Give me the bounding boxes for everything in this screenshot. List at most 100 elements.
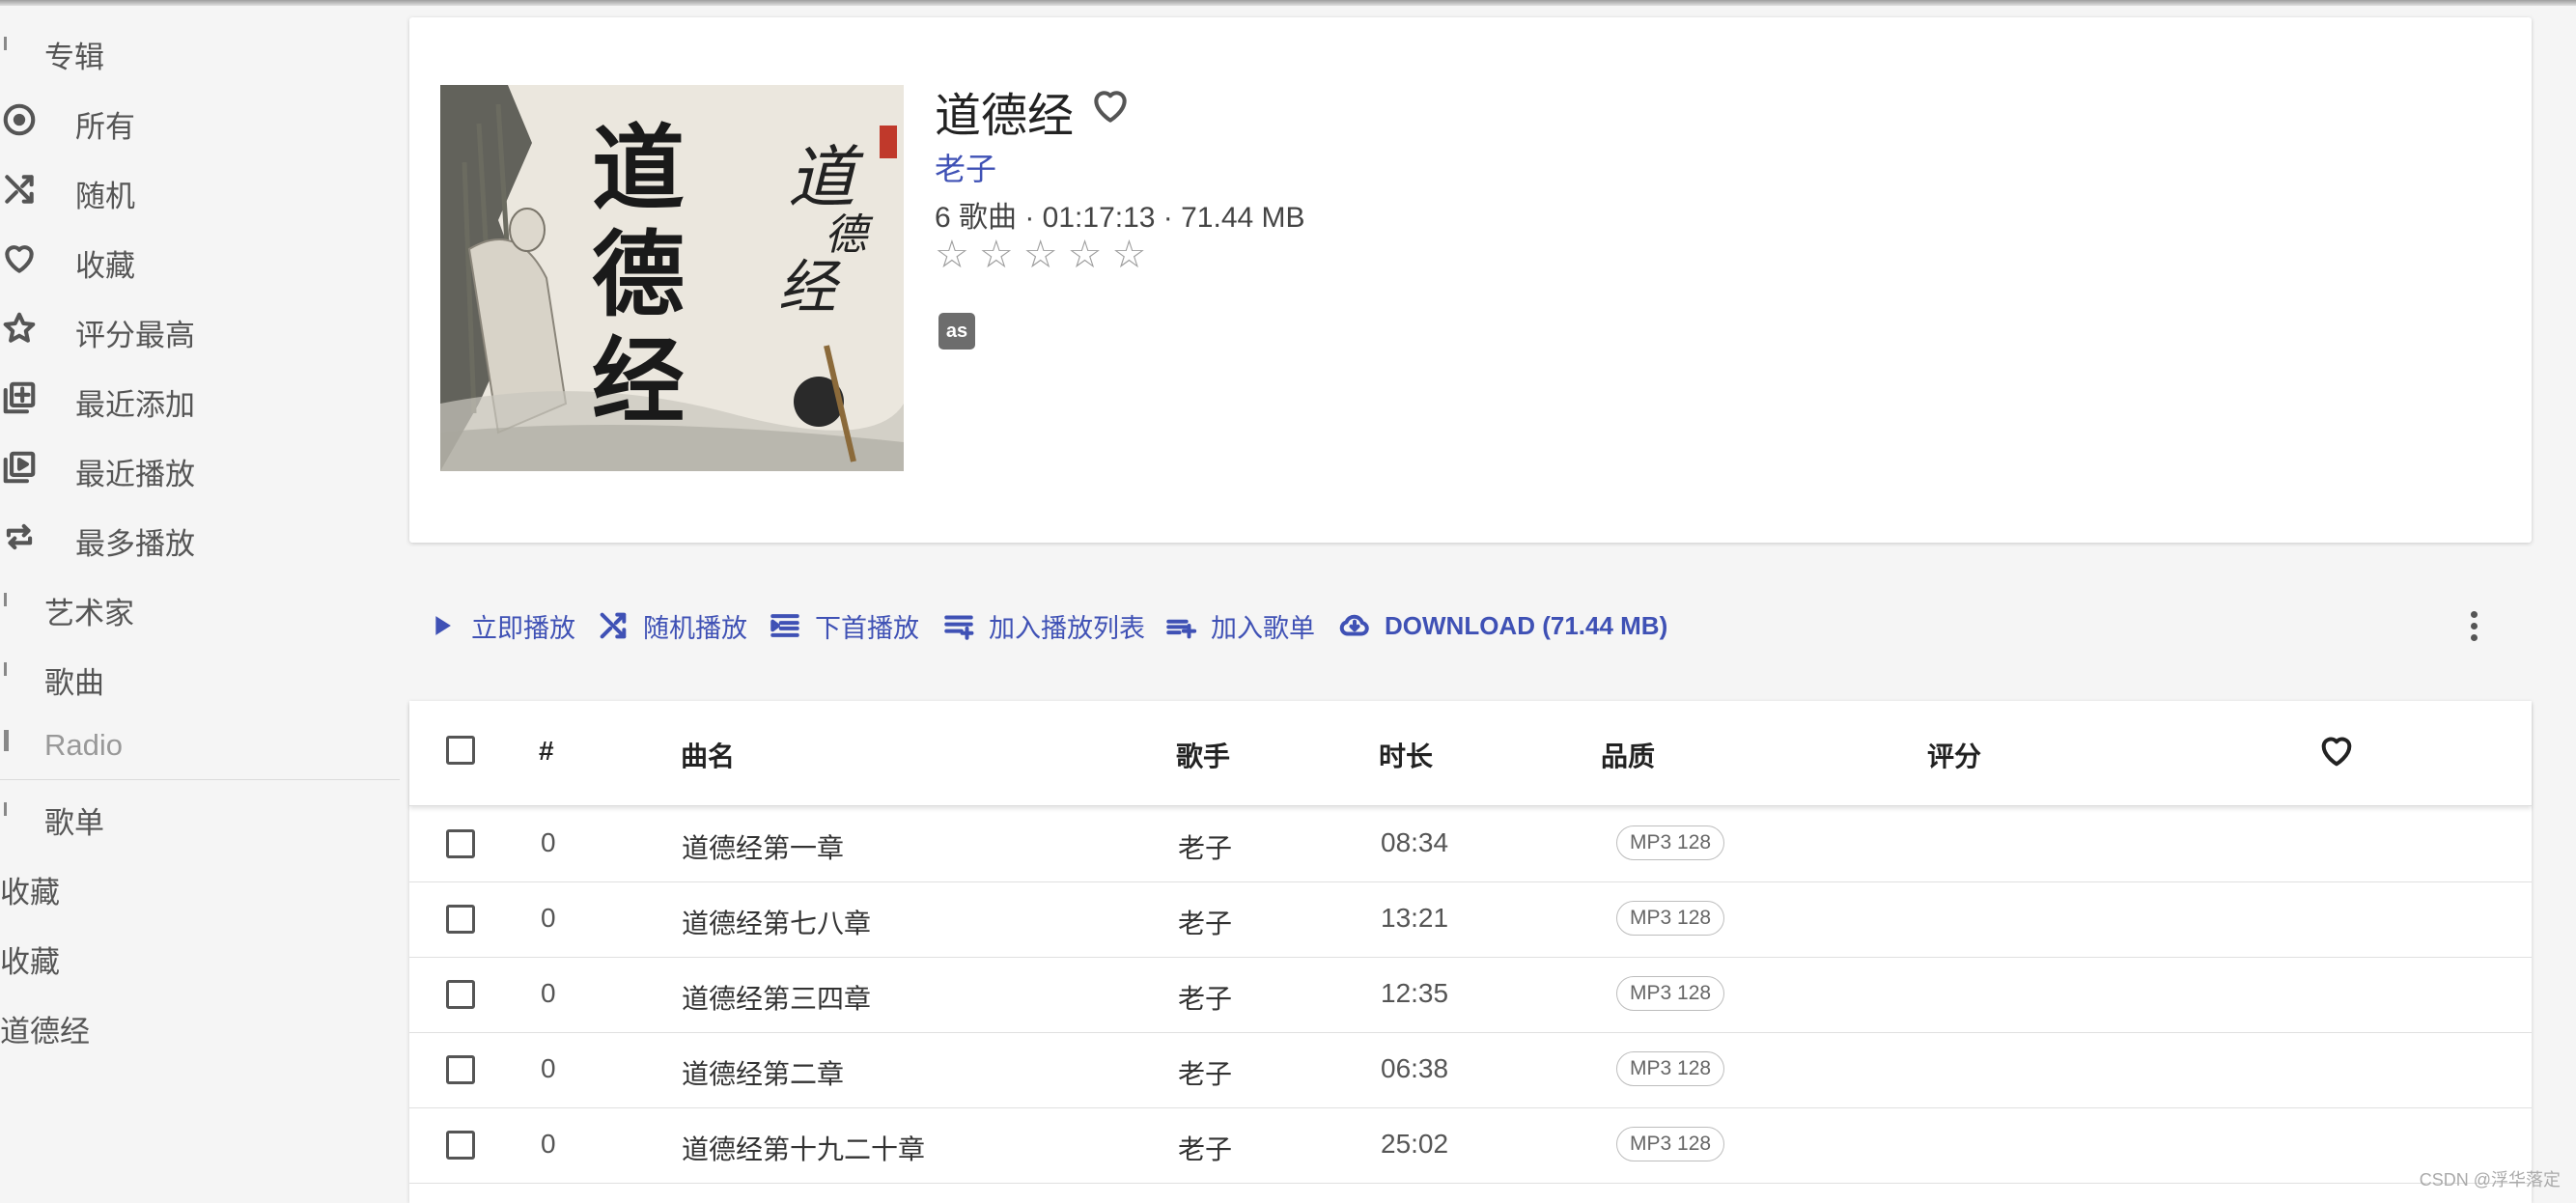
sidebar-item-label: 随机	[75, 180, 135, 213]
sidebar: 专辑 所有 随机 收藏 评分最高 最近添加 最近播放 最多播放 艺术家 歌曲 R…	[0, 0, 401, 1199]
track-number: 0	[541, 827, 556, 857]
button-label: 加入播放列表	[989, 613, 1145, 643]
track-number: 0	[541, 978, 556, 1008]
track-number: 0	[541, 903, 556, 933]
track-artist[interactable]: 老子	[1178, 1129, 1232, 1167]
playlist-label: 道德经	[0, 1015, 90, 1049]
track-duration: 08:34	[1381, 827, 1449, 857]
row-checkbox[interactable]	[446, 905, 475, 934]
quality-badge: MP3 128	[1616, 1051, 1725, 1086]
lastfm-icon[interactable]: as	[938, 313, 975, 350]
svg-text:德: 德	[825, 210, 874, 260]
video-library-icon	[0, 446, 41, 489]
row-checkbox[interactable]	[446, 980, 475, 1009]
sidebar-item-label: 所有	[75, 110, 135, 144]
svg-text:德: 德	[592, 220, 685, 329]
star-icon[interactable]: ☆	[1023, 236, 1058, 274]
column-header-quality[interactable]: 品质	[1601, 736, 1655, 774]
table-row[interactable]: 0 道德经第二章 老子 06:38 MP3 128	[409, 1032, 2532, 1108]
table-header: # 曲名 歌手 时长 品质 评分	[409, 701, 2532, 806]
cover-art: 道 德 经 道 德 经	[440, 85, 904, 471]
svg-text:道: 道	[592, 114, 685, 223]
track-title: 道德经第十九二十章	[682, 1134, 926, 1164]
column-header-rating[interactable]: 评分	[1927, 736, 1981, 774]
sidebar-section-label: 歌曲	[44, 666, 104, 700]
repeat-icon	[0, 516, 41, 558]
playlist-label: 收藏	[0, 876, 60, 909]
column-header-title[interactable]: 曲名	[681, 736, 735, 774]
select-all-checkbox[interactable]	[446, 736, 475, 765]
queue-add-icon	[944, 615, 974, 640]
column-header-number[interactable]: #	[539, 736, 554, 767]
track-duration: 13:21	[1381, 903, 1449, 933]
quality-badge: MP3 128	[1616, 901, 1725, 936]
sidebar-section-label: Radio	[44, 728, 123, 762]
watermark: CSDN @浮华落定	[2419, 1170, 2561, 1189]
svg-text:经: 经	[778, 254, 842, 322]
shuffle-play-button[interactable]: 随机播放	[597, 599, 747, 653]
shuffle-icon	[600, 612, 627, 639]
table-row[interactable]: 0 道德经第七八章 老子 13:21 MP3 128	[409, 881, 2532, 958]
column-header-artist[interactable]: 歌手	[1176, 736, 1230, 774]
table-row[interactable]: 0 道德经第三四章 老子 12:35 MP3 128	[409, 957, 2532, 1033]
sidebar-item-label: 最近播放	[75, 458, 195, 491]
row-checkbox[interactable]	[446, 1131, 475, 1160]
album-rating[interactable]: ☆ ☆ ☆ ☆ ☆	[935, 236, 1146, 274]
track-artist[interactable]: 老子	[1178, 827, 1232, 866]
album-actions-toolbar: 立即播放 随机播放 下首播放 加入播放列表 加入歌单 DOWNLOAD (71.…	[409, 599, 2532, 653]
sidebar-item-label: 最近添加	[75, 388, 195, 422]
section-marker	[4, 593, 7, 606]
row-checkbox[interactable]	[446, 1055, 475, 1084]
svg-text:经: 经	[592, 326, 685, 435]
lastfm-label: as	[945, 320, 968, 342]
more-options-icon[interactable]	[2454, 606, 2493, 645]
track-number: 0	[541, 1053, 556, 1083]
quality-badge: MP3 128	[1616, 1127, 1725, 1161]
track-artist[interactable]: 老子	[1178, 903, 1232, 941]
sidebar-item-label: 最多播放	[75, 527, 195, 561]
download-button[interactable]: DOWNLOAD (71.44 MB)	[1338, 599, 1667, 653]
button-label: 加入歌单	[1211, 613, 1315, 643]
table-row[interactable]: 0 道德经第一章 老子 08:34 MP3 128	[409, 806, 2532, 882]
track-title: 道德经第二章	[682, 1059, 845, 1089]
album-meta: 6 歌曲 · 01:17:13 · 71.44 MB	[935, 202, 1305, 234]
star-icon[interactable]: ☆	[1068, 236, 1103, 274]
track-duration: 25:02	[1381, 1129, 1449, 1159]
album-cover-image[interactable]: 道 德 经 道 德 经	[440, 85, 904, 471]
sidebar-section-label: 艺术家	[44, 597, 134, 630]
cloud-download-icon	[1339, 614, 1369, 636]
button-label: 随机播放	[643, 613, 747, 643]
radio-icon	[4, 730, 9, 751]
star-icon[interactable]: ☆	[935, 236, 969, 274]
button-label: DOWNLOAD (71.44 MB)	[1385, 610, 1668, 640]
sidebar-section-label: 歌单	[44, 806, 104, 840]
album-artist-link[interactable]: 老子	[935, 145, 996, 189]
track-duration: 06:38	[1381, 1053, 1449, 1083]
play-next-button[interactable]: 下首播放	[769, 599, 919, 653]
play-now-button[interactable]: 立即播放	[425, 599, 575, 653]
star-icon[interactable]: ☆	[979, 236, 1014, 274]
track-title: 道德经第三四章	[682, 984, 872, 1014]
track-number: 0	[541, 1129, 556, 1159]
section-marker	[4, 802, 7, 816]
add-to-queue-button[interactable]: 加入播放列表	[942, 599, 1145, 653]
favorite-heart-icon[interactable]	[1089, 85, 1132, 132]
column-header-favorite-icon[interactable]	[2317, 732, 2356, 775]
star-icon[interactable]: ☆	[1111, 236, 1146, 274]
album-disc-icon	[0, 98, 41, 141]
track-artist[interactable]: 老子	[1178, 1053, 1232, 1092]
table-row[interactable]: 0 道德经第十九二十章 老子 25:02 MP3 128	[409, 1107, 2532, 1184]
button-label: 立即播放	[471, 613, 575, 643]
add-to-playlist-button[interactable]: 加入歌单	[1164, 599, 1315, 653]
star-icon	[0, 307, 41, 350]
column-header-duration[interactable]: 时长	[1379, 736, 1433, 774]
row-checkbox[interactable]	[446, 829, 475, 858]
svg-text:道: 道	[788, 138, 864, 217]
button-label: 下首播放	[815, 613, 919, 643]
track-duration: 12:35	[1381, 978, 1449, 1008]
play-next-icon	[770, 614, 799, 637]
section-marker	[4, 37, 7, 50]
track-artist[interactable]: 老子	[1178, 978, 1232, 1017]
album-header-card: 道 德 经 道 德 经 道德经 老子 6 歌曲 · 01:17:13 · 71.…	[409, 17, 2532, 543]
sidebar-divider	[0, 779, 400, 780]
